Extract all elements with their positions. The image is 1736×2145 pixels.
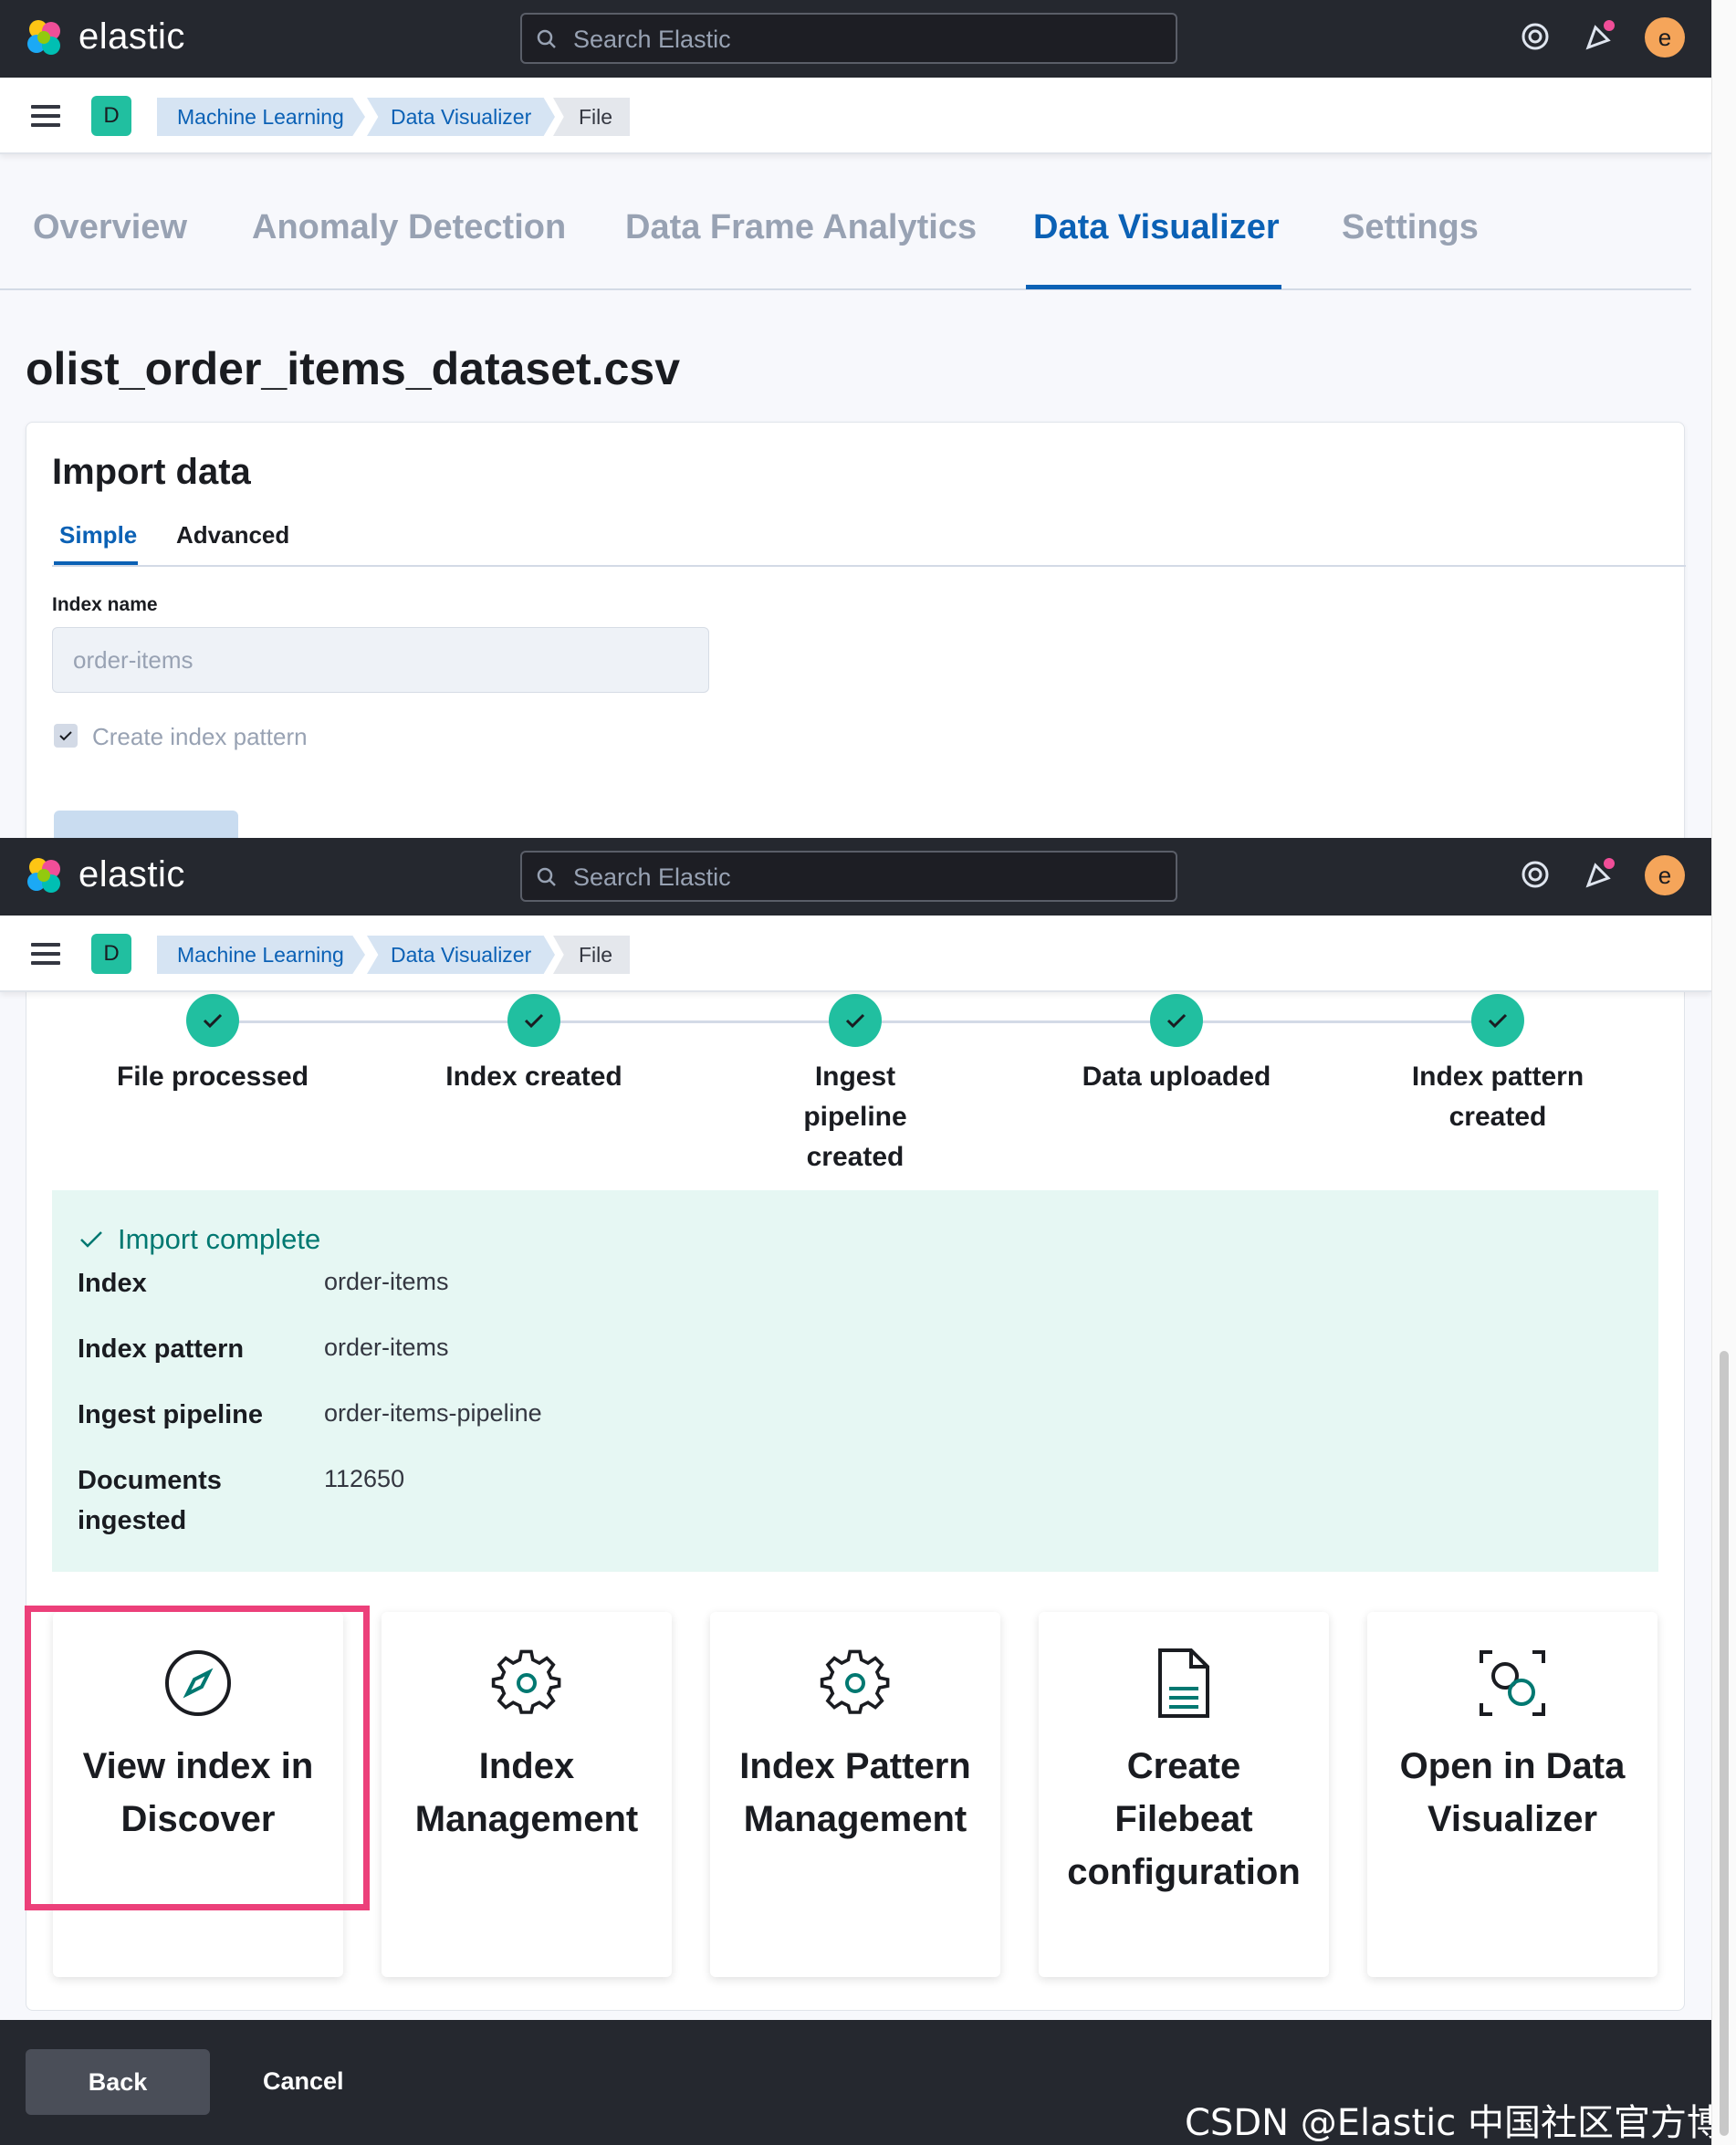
avatar[interactable]: e xyxy=(1645,855,1685,895)
gear-icon xyxy=(491,1649,561,1714)
menu-icon[interactable] xyxy=(31,105,60,127)
search-input[interactable]: Search Elastic xyxy=(520,851,1177,902)
tab-overview[interactable]: Overview xyxy=(33,208,187,247)
index-name-field[interactable]: order-items xyxy=(52,627,709,693)
logo-text: elastic xyxy=(78,854,185,895)
help-icon[interactable] xyxy=(1519,858,1552,891)
step-label-index-created: Index created xyxy=(445,1062,622,1092)
space-badge[interactable]: D xyxy=(91,96,131,136)
checkmark-icon xyxy=(59,731,72,741)
search-icon xyxy=(537,29,556,48)
newsfeed-icon[interactable] xyxy=(1583,858,1616,891)
create-filebeat-config-card[interactable]: Create Filebeat configuration xyxy=(1039,1612,1329,1977)
subtab-active-indicator xyxy=(54,561,138,565)
action-label: Index Pattern Management xyxy=(739,1746,971,1839)
menu-icon[interactable] xyxy=(31,943,60,965)
newsfeed-icon[interactable] xyxy=(1583,20,1616,53)
open-in-data-visualizer-card[interactable]: Open in Data Visualizer xyxy=(1367,1612,1658,1977)
breadcrumb-data-visualizer[interactable]: Data Visualizer xyxy=(367,936,555,974)
search-placeholder: Search Elastic xyxy=(573,863,731,891)
logo-text: elastic xyxy=(78,16,185,57)
subtab-simple[interactable]: Simple xyxy=(59,521,137,549)
bottom-screen: File processed Index created Ingest pipe… xyxy=(0,838,1711,2145)
tab-data-visualizer[interactable]: Data Visualizer xyxy=(1033,208,1280,247)
breadcrumb-machine-learning[interactable]: Machine Learning xyxy=(157,98,365,136)
elastic-logo-icon[interactable] xyxy=(24,16,66,58)
action-label: Index Management xyxy=(414,1746,639,1839)
gear-icon xyxy=(820,1649,890,1714)
create-index-pattern-checkbox[interactable] xyxy=(54,724,78,748)
elastic-logo-icon[interactable] xyxy=(24,854,66,896)
back-button[interactable]: Back xyxy=(26,2049,210,2115)
breadcrumb-data-visualizer[interactable]: Data Visualizer xyxy=(367,98,555,136)
step-complete-icon xyxy=(1150,994,1203,1047)
import-complete-callout: Import complete Index order-items Index … xyxy=(52,1190,1658,1572)
top-screen: elastic Search Elastic e D Machine Learn… xyxy=(0,0,1711,838)
result-key: Documents ingested xyxy=(78,1466,222,1535)
result-value: order-items xyxy=(324,1334,449,1361)
callout-title: Import complete xyxy=(118,1223,321,1255)
app-header: elastic Search Elastic e xyxy=(0,0,1711,78)
import-button[interactable] xyxy=(54,811,238,838)
index-management-card[interactable]: Index Management xyxy=(382,1612,672,1977)
help-icon[interactable] xyxy=(1519,20,1552,53)
import-data-panel: Import data Simple Advanced Index name o… xyxy=(26,422,1686,838)
check-icon xyxy=(80,1231,102,1248)
breadcrumb-file: File xyxy=(553,936,630,974)
create-index-pattern-label: Create index pattern xyxy=(92,723,308,750)
result-key: Index pattern xyxy=(78,1334,245,1364)
active-tab-indicator xyxy=(1026,285,1281,289)
index-name-value: order-items xyxy=(73,646,193,674)
breadcrumb-bar: D Machine Learning Data Visualizer File xyxy=(0,916,1711,992)
watermark: CSDN @Elastic 中国社区官方博客 xyxy=(1185,2102,1723,2144)
breadcrumb-machine-learning[interactable]: Machine Learning xyxy=(157,936,365,974)
step-label-data-uploaded: Data uploaded xyxy=(1082,1062,1271,1092)
tab-data-frame-analytics[interactable]: Data Frame Analytics xyxy=(625,208,977,247)
result-value: order-items-pipeline xyxy=(324,1399,542,1427)
step-label-ingest-pipeline: Ingest pipeline created xyxy=(803,1062,907,1172)
action-label: Create Filebeat configuration xyxy=(1067,1746,1301,1892)
result-value: order-items xyxy=(324,1268,449,1295)
step-label-file-processed: File processed xyxy=(116,1062,309,1092)
step-complete-icon xyxy=(507,994,560,1047)
result-key: Index xyxy=(78,1269,147,1298)
scrollbar-thumb[interactable] xyxy=(1720,1351,1729,2136)
action-label: Open in Data Visualizer xyxy=(1399,1746,1626,1839)
search-placeholder: Search Elastic xyxy=(573,26,731,53)
index-pattern-management-card[interactable]: Index Pattern Management xyxy=(710,1612,1000,1977)
result-key: Ingest pipeline xyxy=(78,1400,264,1429)
breadcrumb-bar: D Machine Learning Data Visualizer File xyxy=(0,78,1711,154)
avatar[interactable]: e xyxy=(1645,17,1685,58)
app-header: elastic Search Elastic e xyxy=(0,838,1711,916)
ml-tabs: Overview Anomaly Detection Data Frame An… xyxy=(0,155,1691,290)
tab-settings[interactable]: Settings xyxy=(1342,208,1479,247)
step-complete-icon xyxy=(186,994,239,1047)
search-icon xyxy=(537,867,556,886)
document-icon xyxy=(1158,1648,1209,1718)
breadcrumb-file: File xyxy=(553,98,630,136)
highlight-box xyxy=(25,1606,370,1910)
page-title: olist_order_items_dataset.csv xyxy=(26,343,681,394)
subtab-advanced[interactable]: Advanced xyxy=(176,521,289,549)
result-value: 112650 xyxy=(324,1465,405,1492)
step-complete-icon xyxy=(829,994,882,1047)
index-name-label: Index name xyxy=(52,594,158,615)
tab-anomaly-detection[interactable]: Anomaly Detection xyxy=(252,208,566,247)
space-badge[interactable]: D xyxy=(91,934,131,974)
cancel-button[interactable]: Cancel xyxy=(263,2067,344,2096)
subtab-divider xyxy=(52,565,1686,567)
scrollbar[interactable] xyxy=(1711,0,1736,2145)
panel-title: Import data xyxy=(52,452,251,492)
step-complete-icon xyxy=(1471,994,1524,1047)
step-label-index-pattern: Index pattern created xyxy=(1411,1062,1584,1132)
search-input[interactable]: Search Elastic xyxy=(520,13,1177,64)
visualizer-icon xyxy=(1480,1650,1545,1716)
